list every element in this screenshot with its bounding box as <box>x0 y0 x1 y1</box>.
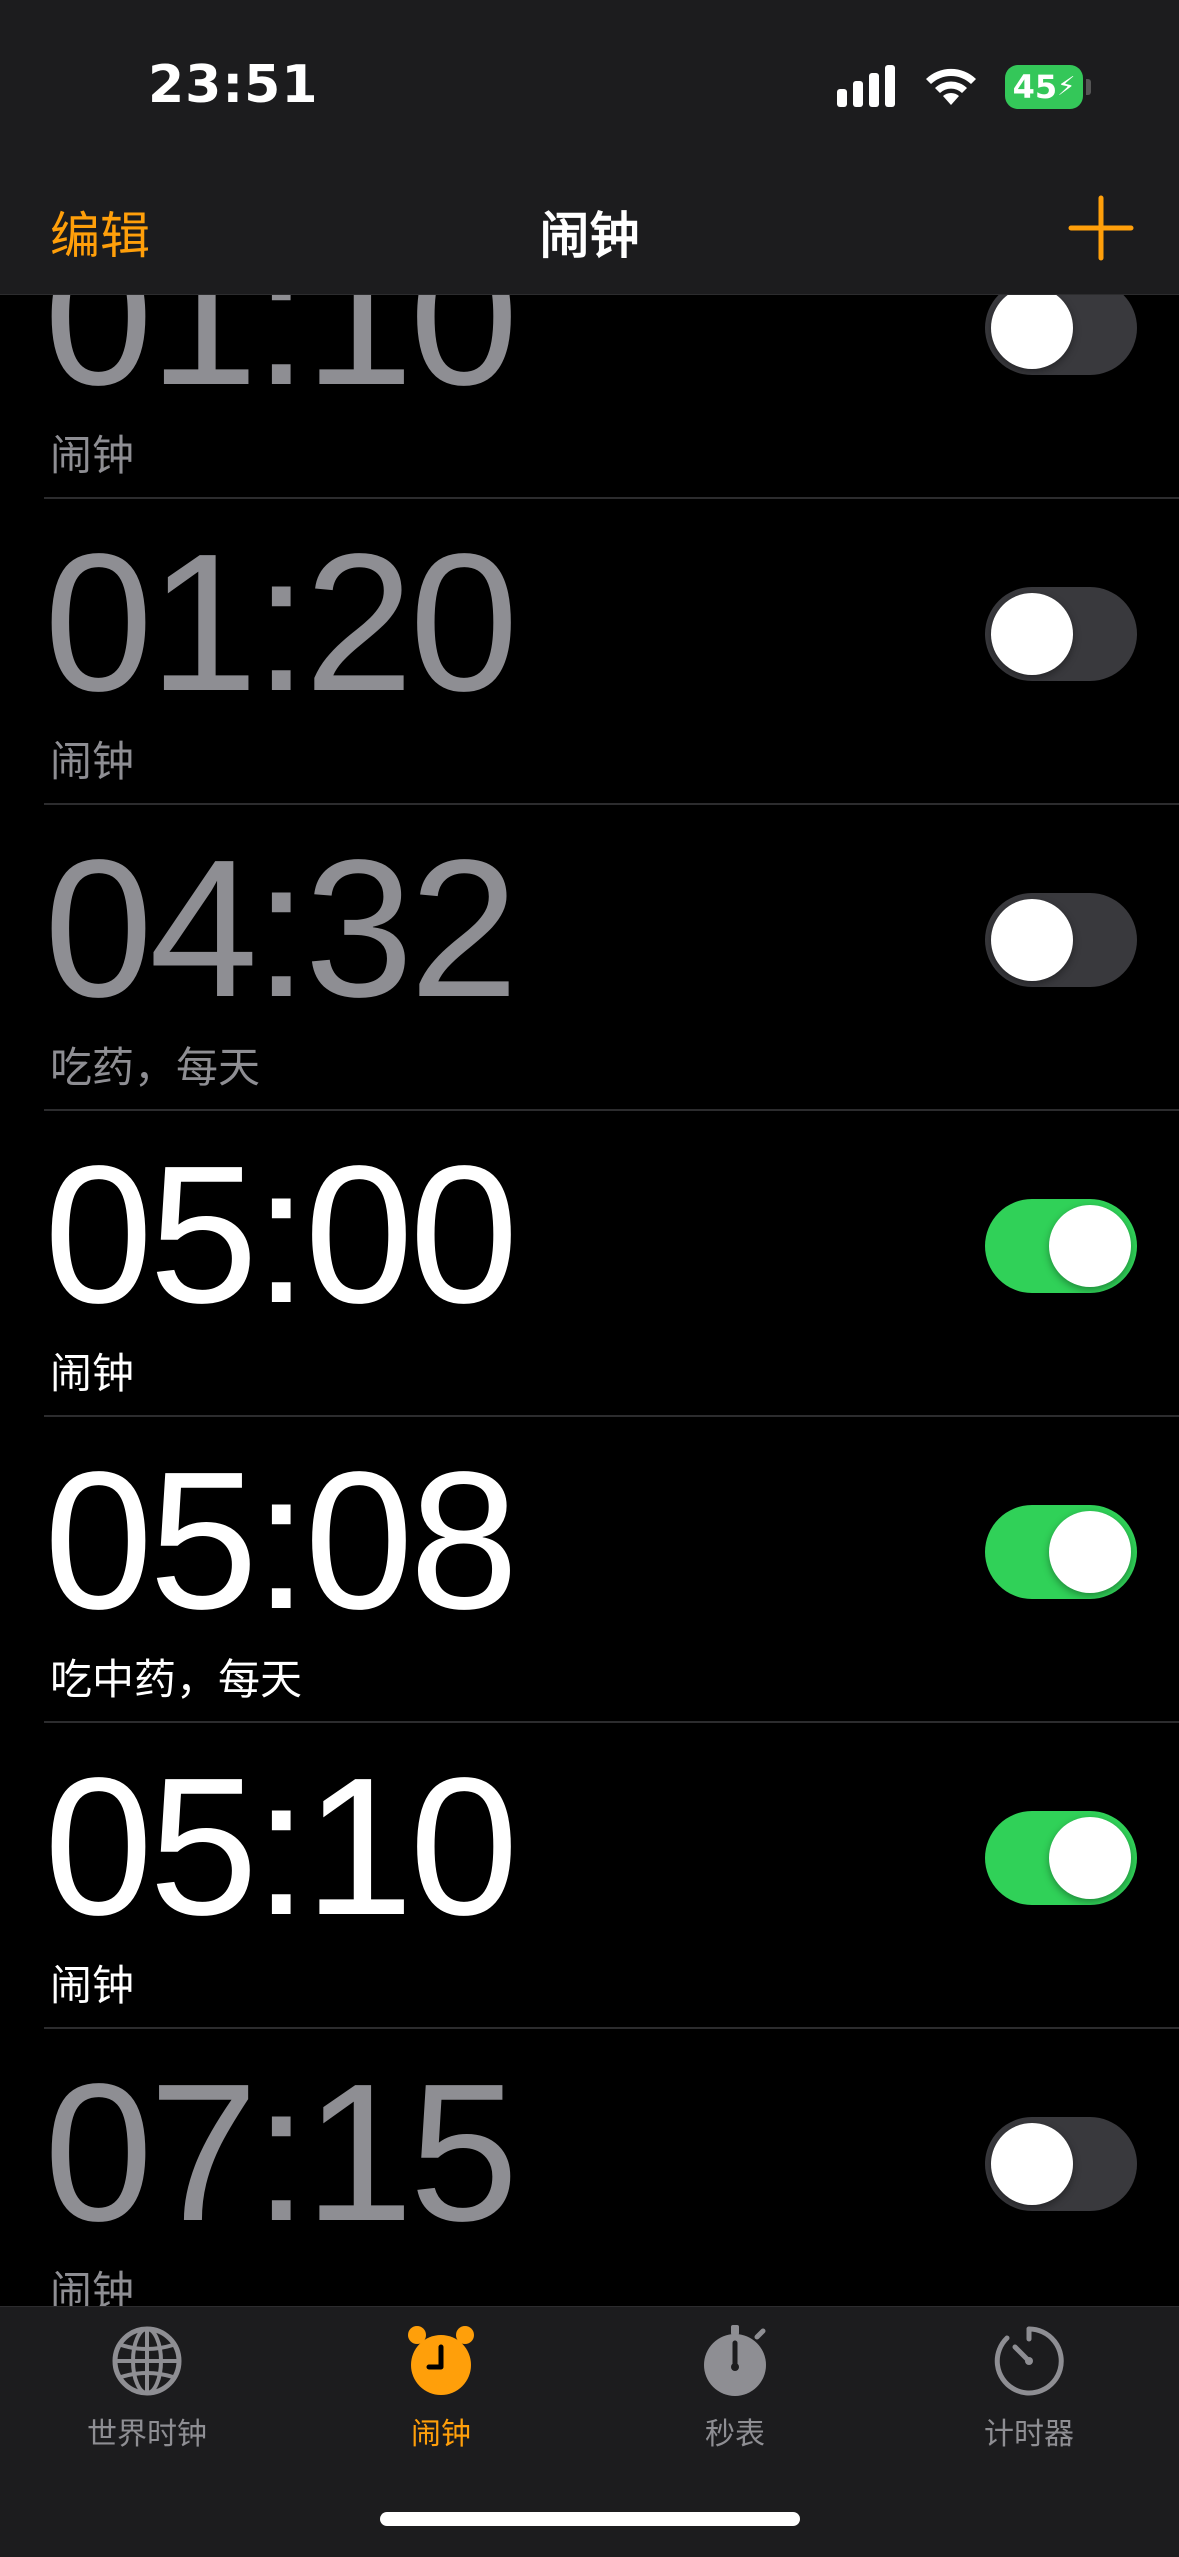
alarm-label: 吃药，每天 <box>50 1043 261 1092</box>
alarm-time: 05:10 <box>44 1737 518 1956</box>
tab-label: 世界时钟 <box>87 2417 207 2452</box>
tab-stopwatch[interactable]: 秒表 <box>588 2323 882 2473</box>
globe-icon <box>112 2326 182 2396</box>
alarm-row[interactable]: 07:15 闹钟 <box>0 2029 1179 2306</box>
tab-label: 闹钟 <box>411 2417 471 2452</box>
status-time: 23:51 <box>148 55 319 115</box>
page-title: 闹钟 <box>539 207 640 265</box>
alarm-toggle[interactable] <box>985 1811 1137 1905</box>
alarm-time: 01:10 <box>44 295 518 426</box>
toggle-knob <box>1049 1817 1131 1899</box>
alarm-toggle[interactable] <box>985 893 1137 987</box>
alarm-label: 闹钟 <box>50 1961 135 2010</box>
alarm-toggle[interactable] <box>985 1505 1137 1599</box>
alarm-row[interactable]: 05:00 闹钟 <box>0 1111 1179 1417</box>
alarm-row[interactable]: 01:20 闹钟 <box>0 499 1179 805</box>
alarm-clock-icon <box>408 2326 474 2395</box>
toggle-knob <box>1049 1511 1131 1593</box>
alarm-time: 04:32 <box>44 819 518 1038</box>
tab-label: 秒表 <box>705 2417 765 2452</box>
alarm-label: 闹钟 <box>50 737 135 786</box>
alarm-label: 吃中药，每天 <box>50 1655 303 1704</box>
tab-label: 计时器 <box>984 2417 1074 2452</box>
alarm-label: 闹钟 <box>50 431 135 480</box>
cellular-signal-icon <box>837 65 895 107</box>
toggle-knob <box>1049 1205 1131 1287</box>
alarm-time: 01:20 <box>44 513 518 732</box>
tab-timer[interactable]: 计时器 <box>882 2323 1176 2473</box>
charging-bolt-icon: ⚡ <box>1057 72 1076 102</box>
alarm-time: 05:00 <box>44 1125 518 1344</box>
alarm-row[interactable]: 05:08 吃中药，每天 <box>0 1417 1179 1723</box>
tab-world-clock[interactable]: 世界时钟 <box>0 2323 294 2473</box>
tab-alarm[interactable]: 闹钟 <box>294 2323 588 2473</box>
alarm-list[interactable]: 01:10 闹钟 01:20 闹钟 04:32 吃药，每天 05:00 闹钟 0… <box>0 295 1179 2306</box>
wifi-icon <box>926 68 976 105</box>
status-bar: 23:51 45 ⚡ <box>0 0 1179 170</box>
alarm-label: 闹钟 <box>50 1349 135 1398</box>
toggle-knob <box>991 899 1073 981</box>
alarm-toggle[interactable] <box>985 295 1137 375</box>
timer-icon <box>994 2326 1064 2396</box>
alarm-time: 05:08 <box>44 1431 518 1650</box>
status-icons: 45 ⚡ <box>835 62 1091 112</box>
toggle-knob <box>991 295 1073 369</box>
toggle-knob <box>991 2123 1073 2205</box>
battery-indicator: 45 ⚡ <box>1005 65 1091 109</box>
alarm-toggle[interactable] <box>985 2117 1137 2211</box>
alarm-label: 闹钟 <box>50 2267 135 2306</box>
alarm-toggle[interactable] <box>985 1199 1137 1293</box>
alarm-row[interactable]: 04:32 吃药，每天 <box>0 805 1179 1111</box>
alarm-time: 07:15 <box>44 2043 518 2262</box>
alarm-row[interactable]: 01:10 闹钟 <box>0 295 1179 499</box>
home-indicator[interactable] <box>380 2512 800 2526</box>
toggle-knob <box>991 593 1073 675</box>
add-alarm-button[interactable] <box>1063 190 1139 266</box>
stopwatch-icon <box>704 2325 766 2396</box>
battery-level: 45 <box>1012 68 1058 106</box>
navigation-bar: 编辑 闹钟 <box>0 170 1179 295</box>
alarm-toggle[interactable] <box>985 587 1137 681</box>
alarm-row[interactable]: 05:10 闹钟 <box>0 1723 1179 2029</box>
